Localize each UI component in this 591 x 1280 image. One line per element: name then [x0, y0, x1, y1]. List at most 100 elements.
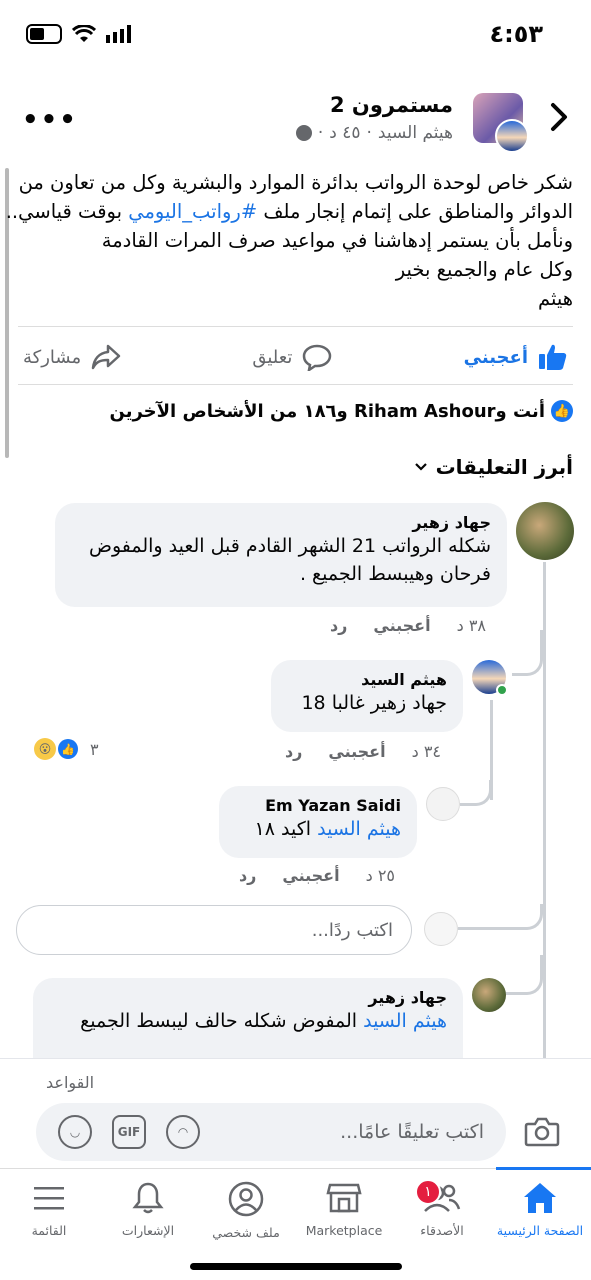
like-reaction-icon: 👍	[58, 739, 78, 759]
comment-author[interactable]: هيثم السيد	[287, 670, 447, 689]
post-line: هيثم	[537, 287, 573, 310]
bell-icon	[132, 1182, 164, 1214]
gif-icon[interactable]: GIF	[112, 1115, 146, 1149]
comment-mention[interactable]: هيثم السيد	[363, 1010, 447, 1032]
globe-icon	[295, 125, 312, 141]
divider	[18, 326, 573, 327]
share-arrow-icon	[91, 344, 121, 370]
comment-text: هيثم السيد اكيد ١٨	[235, 815, 401, 843]
commenter-avatar[interactable]	[472, 660, 508, 696]
tab-marketplace[interactable]: Marketplace	[295, 1181, 393, 1238]
like-label: أعجبني	[463, 346, 528, 368]
wow-reaction-icon: 😮	[34, 738, 56, 760]
post-body: شكر خاص لوحدة الرواتب بدائرة الموارد وال…	[6, 168, 573, 313]
profile-icon	[228, 1181, 264, 1217]
author-avatar	[495, 119, 529, 153]
comment-reply-link[interactable]: رد	[330, 616, 347, 635]
comment-time: ٢٥ د	[365, 866, 395, 885]
reply-input[interactable]: اكتب ردًا...	[16, 905, 412, 955]
signal-icon	[106, 25, 131, 43]
online-status-dot	[496, 684, 508, 696]
active-tab-indicator	[496, 1167, 591, 1170]
comment-like-link[interactable]: أعجبني	[282, 866, 339, 885]
like-button[interactable]: أعجبني	[464, 343, 568, 371]
thread-line	[543, 562, 546, 1062]
chevron-down-icon	[414, 463, 427, 471]
comment-button[interactable]: تعليق	[252, 343, 332, 371]
comment-text: شكله الرواتب 21 الشهر القادم قبل العيد و…	[88, 535, 491, 557]
post-text: الدوائر والمناطق على إتمام إنجار ملف	[257, 200, 573, 223]
comment-bubble: جهاد زهير شكله الرواتب 21 الشهر القادم ق…	[55, 503, 507, 607]
comment-reply-link[interactable]: رد	[285, 742, 302, 761]
comment-like-link[interactable]: أعجبني	[328, 742, 385, 761]
divider	[18, 384, 573, 385]
tab-label: الصفحة الرئيسية	[496, 1223, 584, 1238]
commenter-avatar[interactable]	[472, 978, 506, 1012]
thread-branch	[512, 630, 543, 676]
share-button[interactable]: مشاركة	[23, 343, 121, 371]
post-author[interactable]: هيثم السيد	[378, 123, 453, 143]
thread-branch	[460, 780, 492, 806]
comment-meta: ٣٨ د أعجبني رد	[330, 616, 486, 635]
comment-author[interactable]: جهاد زهير	[49, 988, 447, 1007]
post-actions: أعجبني تعليق مشاركة	[18, 332, 573, 382]
notification-badge: ١	[415, 1179, 441, 1205]
post-age: ٤٥ د	[329, 123, 361, 143]
reactions-summary[interactable]: 👍 أنت وRiham Ashour و١٨٦ من الأشخاص الآخ…	[110, 400, 573, 422]
wifi-icon	[72, 25, 96, 42]
rules-link[interactable]: القواعد	[46, 1073, 94, 1092]
comment-meta: ٢٥ د أعجبني رد	[239, 866, 395, 885]
more-options-icon[interactable]: •••	[22, 105, 78, 135]
post-line: الدوائر والمناطق على إتمام إنجار ملف #رو…	[6, 197, 573, 226]
comment-mention[interactable]: جهاد زهير	[371, 692, 447, 714]
status-time: ٤:٥٣	[489, 20, 543, 48]
tab-label: ملف شخصي	[212, 1225, 280, 1240]
commenter-avatar[interactable]	[426, 787, 460, 821]
post-header: مستمرون 2 هيثم السيد · ٤٥ د · •••	[0, 85, 591, 155]
comment-mention[interactable]: هيثم السيد	[317, 818, 401, 840]
composer-tools: ◡ GIF ◠	[58, 1115, 200, 1149]
comment-text: هيثم السيد المفوض شكله حالف ليبسط الجميع	[49, 1007, 447, 1035]
tab-notifications[interactable]: الإشعارات	[99, 1181, 197, 1238]
tab-label: القائمة	[31, 1223, 67, 1238]
commenter-avatar[interactable]	[516, 502, 574, 560]
comment-text-body: اكيد ١٨	[254, 818, 318, 840]
tab-label: Marketplace	[305, 1223, 383, 1238]
comment-author[interactable]: جهاد زهير	[71, 513, 491, 532]
comment-reply-link[interactable]: رد	[239, 866, 256, 885]
thread-branch	[458, 904, 543, 930]
tab-friends[interactable]: ١ الأصدقاء	[393, 1179, 491, 1238]
camera-icon[interactable]	[524, 1115, 560, 1147]
comment-input[interactable]: اكتب تعليقًا عامًا... ◡ GIF ◠	[36, 1103, 506, 1161]
tab-profile[interactable]: ملف شخصي	[197, 1181, 295, 1240]
battery-icon	[26, 24, 62, 44]
emoji-icon[interactable]: ◡	[58, 1115, 92, 1149]
comment-text: فرحان وهيبسط الجميع .	[299, 563, 491, 585]
comment-composer: القواعد اكتب تعليقًا عامًا... ◡ GIF ◠	[0, 1058, 591, 1168]
post-text: بوقت قياسي..	[5, 200, 129, 223]
back-chevron-icon[interactable]	[547, 101, 571, 133]
comments-sort-dropdown[interactable]: أبرز التعليقات	[414, 455, 573, 479]
hashtag-link[interactable]: #رواتب_اليومي	[128, 200, 257, 223]
comment-reactions[interactable]: 😮 👍 ٣	[34, 738, 99, 760]
comment-like-link[interactable]: أعجبني	[373, 616, 430, 635]
sticker-icon[interactable]: ◠	[166, 1115, 200, 1149]
tab-home[interactable]: الصفحة الرئيسية	[491, 1181, 589, 1238]
bottom-tab-bar: القائمة الإشعارات ملف شخصي Marketplace ١…	[0, 1167, 591, 1280]
tab-label: الأصدقاء	[420, 1223, 464, 1238]
status-icons	[26, 24, 132, 44]
comment-text: جهاد زهير غالبا 18	[287, 689, 447, 717]
tab-menu[interactable]: القائمة	[0, 1181, 98, 1238]
post-line: ونأمل بأن يستمر إدهاشنا في مواعيد صرف ال…	[101, 229, 573, 252]
group-avatar[interactable]	[467, 93, 529, 153]
menu-icon	[34, 1187, 64, 1210]
reactions-text: أنت وRiham Ashour و١٨٦ من الأشخاص الآخري…	[109, 400, 545, 422]
meta-dot: ·	[366, 123, 372, 143]
group-name[interactable]: مستمرون 2	[330, 93, 453, 117]
home-indicator	[190, 1263, 402, 1270]
comment-time: ٣٨ د	[456, 616, 486, 635]
tab-label: الإشعارات	[121, 1223, 175, 1238]
comment-bubble: Em Yazan Saidi هيثم السيد اكيد ١٨	[219, 786, 417, 858]
comment-author[interactable]: Em Yazan Saidi	[235, 796, 401, 815]
post-line: وكل عام والجميع بخير	[395, 258, 573, 281]
